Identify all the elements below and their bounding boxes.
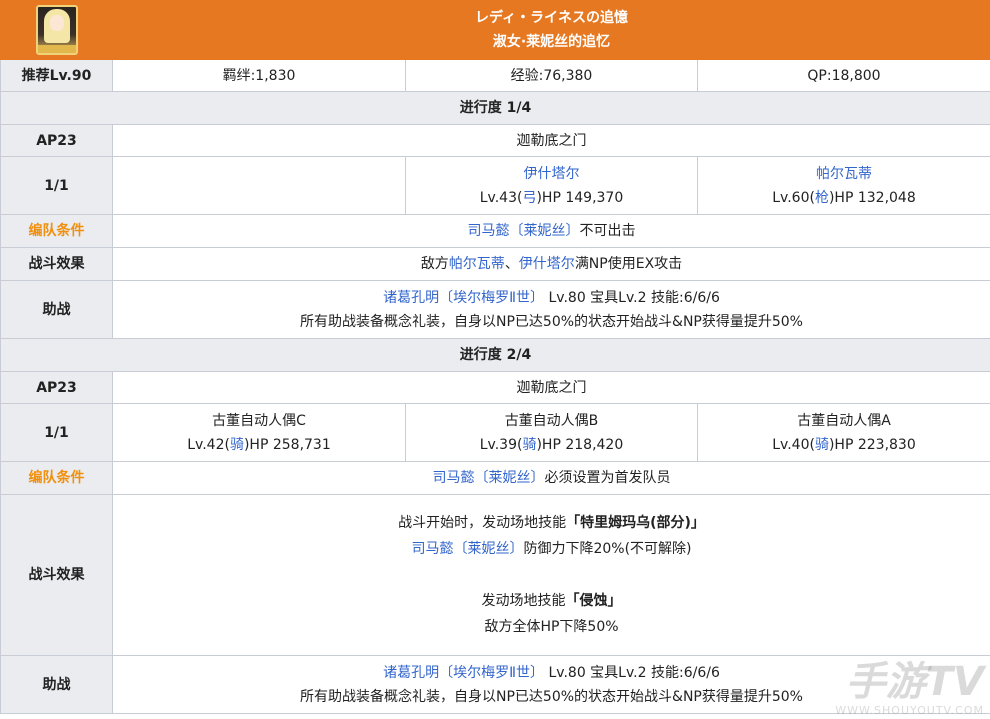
enemy-cell: 伊什塔尔 Lv.43(弓)HP 149,370 [405, 156, 698, 215]
field-skill-name: 「侵蚀」 [565, 593, 622, 609]
support-servant-link[interactable]: 诸葛孔明〔埃尔梅罗Ⅱ世〕 [383, 290, 544, 306]
class-link[interactable]: 枪 [815, 190, 829, 206]
servant-link[interactable]: 司马懿〔莱妮丝〕 [411, 541, 523, 557]
quest-icon-cell [0, 0, 113, 60]
support-note: 所有助战装备概念礼装，自身以NP已达50%的状态开始战斗&NP获得量提升50% [300, 313, 803, 330]
enemy-name: 古董自动人偶B [504, 412, 599, 429]
enemy-stats: Lv.60(枪)HP 132,048 [772, 189, 916, 206]
class-link[interactable]: 弓 [522, 190, 536, 206]
enemy-name-link[interactable]: 帕尔瓦蒂 [449, 256, 505, 272]
class-link[interactable]: 骑 [522, 437, 536, 453]
location-1: 迦勒底之门 [112, 124, 990, 157]
wave-row-1: 1/1 伊什塔尔 Lv.43(弓)HP 149,370 帕尔瓦蒂 Lv.60(枪… [0, 156, 990, 215]
support-label-1: 助战 [0, 280, 113, 339]
support-label-2: 助战 [0, 655, 113, 714]
progress-title-2: 进行度 2/4 [0, 338, 990, 372]
team-condition-label-1: 编队条件 [0, 214, 113, 248]
progress-title-1: 进行度 1/4 [0, 91, 990, 125]
ap-row-1: AP23 迦勒底之门 [0, 124, 990, 157]
enemy-cell: 帕尔瓦蒂 Lv.60(枪)HP 132,048 [697, 156, 990, 215]
enemy-name: 古董自动人偶C [212, 412, 306, 429]
wave-label-1: 1/1 [0, 156, 113, 215]
support-stats: Lv.80 宝具Lv.2 技能:6/6/6 [544, 289, 720, 306]
quest-header-row: レディ・ライネスの追憶 淑女·莱妮丝的追忆 [0, 0, 990, 60]
class-link[interactable]: 骑 [815, 437, 829, 453]
enemy-cell: 古董自动人偶A Lv.40(骑)HP 223,830 [697, 403, 990, 462]
quest-title-jp: レディ・ライネスの追憶 [474, 10, 629, 26]
class-link[interactable]: 骑 [230, 437, 244, 453]
enemy-stats: Lv.39(骑)HP 218,420 [479, 436, 624, 453]
enemy-stats: Lv.43(弓)HP 149,370 [479, 189, 624, 206]
servant-link[interactable]: 司马懿〔莱妮丝〕 [468, 223, 580, 239]
enemy-name-link[interactable]: 伊什塔尔 [519, 256, 575, 272]
summary-row: 推荐Lv.90 羁绊:1,830 经验:76,380 QP:18,800 [0, 59, 990, 92]
team-condition-2: 司马懿〔莱妮丝〕必须设置为首发队员 [112, 461, 990, 495]
enemy-stats: Lv.40(骑)HP 223,830 [772, 436, 916, 453]
servant-link[interactable]: 司马懿〔莱妮丝〕 [433, 470, 545, 486]
battle-effect-label-1: 战斗效果 [0, 247, 113, 281]
support-servant-link[interactable]: 诸葛孔明〔埃尔梅罗Ⅱ世〕 [383, 665, 544, 681]
enemy-empty-slot [112, 156, 406, 215]
quest-title-cell: レディ・ライネスの追憶 淑女·莱妮丝的追忆 [112, 0, 990, 60]
progress-section-1: 进行度 1/4 [0, 91, 990, 125]
enemy-name-link[interactable]: 帕尔瓦蒂 [816, 166, 872, 182]
enemy-name-link[interactable]: 伊什塔尔 [524, 166, 580, 182]
enemy-stats: Lv.42(骑)HP 258,731 [187, 436, 331, 453]
support-stats: Lv.80 宝具Lv.2 技能:6/6/6 [544, 664, 720, 681]
ap-label-1: AP23 [0, 124, 113, 157]
battle-effect-2: 战斗开始时，发动场地技能「特里姆玛乌(部分)」 司马懿〔莱妮丝〕防御力下降20%… [112, 494, 990, 656]
field-skill-name: 「特里姆玛乌(部分)」 [566, 515, 705, 531]
enemy-cell: 古董自动人偶C Lv.42(骑)HP 258,731 [112, 403, 406, 462]
support-row-1: 助战 诸葛孔明〔埃尔梅罗Ⅱ世〕 Lv.80 宝具Lv.2 技能:6/6/6 所有… [0, 280, 990, 339]
support-row-2: 助战 诸葛孔明〔埃尔梅罗Ⅱ世〕 Lv.80 宝具Lv.2 技能:6/6/6 所有… [0, 655, 990, 714]
team-condition-1: 司马懿〔莱妮丝〕不可出击 [112, 214, 990, 248]
enemy-name: 古董自动人偶A [797, 412, 891, 429]
support-note: 所有助战装备概念礼装，自身以NP已达50%的状态开始战斗&NP获得量提升50% [300, 688, 803, 705]
progress-section-2: 进行度 2/4 [0, 338, 990, 372]
location-2: 迦勒底之门 [112, 371, 990, 404]
battle-effect-row-1: 战斗效果 敌方帕尔瓦蒂、伊什塔尔满NP使用EX攻击 [0, 247, 990, 281]
team-condition-row-1: 编队条件 司马懿〔莱妮丝〕不可出击 [0, 214, 990, 248]
battle-effect-label-2: 战斗效果 [0, 494, 113, 656]
servant-portrait-icon [35, 5, 78, 55]
quest-table: レディ・ライネスの追憶 淑女·莱妮丝的追忆 推荐Lv.90 羁绊:1,830 经… [0, 0, 990, 714]
ap-label-2: AP23 [0, 371, 113, 404]
bond-value: 羁绊:1,830 [112, 59, 406, 92]
ap-row-2: AP23 迦勒底之门 [0, 371, 990, 404]
battle-effect-1: 敌方帕尔瓦蒂、伊什塔尔满NP使用EX攻击 [112, 247, 990, 281]
team-condition-row-2: 编队条件 司马懿〔莱妮丝〕必须设置为首发队员 [0, 461, 990, 495]
wave-row-2: 1/1 古董自动人偶C Lv.42(骑)HP 258,731 古董自动人偶B L… [0, 403, 990, 462]
battle-effect-row-2: 战斗效果 战斗开始时，发动场地技能「特里姆玛乌(部分)」 司马懿〔莱妮丝〕防御力… [0, 494, 990, 656]
exp-value: 经验:76,380 [405, 59, 698, 92]
team-condition-label-2: 编队条件 [0, 461, 113, 495]
qp-value: QP:18,800 [697, 59, 990, 92]
quest-title-cn: 淑女·莱妮丝的追忆 [492, 34, 611, 50]
recommend-level-label: 推荐Lv.90 [0, 59, 113, 92]
wave-label-2: 1/1 [0, 403, 113, 462]
enemy-cell: 古董自动人偶B Lv.39(骑)HP 218,420 [405, 403, 698, 462]
support-2: 诸葛孔明〔埃尔梅罗Ⅱ世〕 Lv.80 宝具Lv.2 技能:6/6/6 所有助战装… [112, 655, 990, 714]
support-1: 诸葛孔明〔埃尔梅罗Ⅱ世〕 Lv.80 宝具Lv.2 技能:6/6/6 所有助战装… [112, 280, 990, 339]
